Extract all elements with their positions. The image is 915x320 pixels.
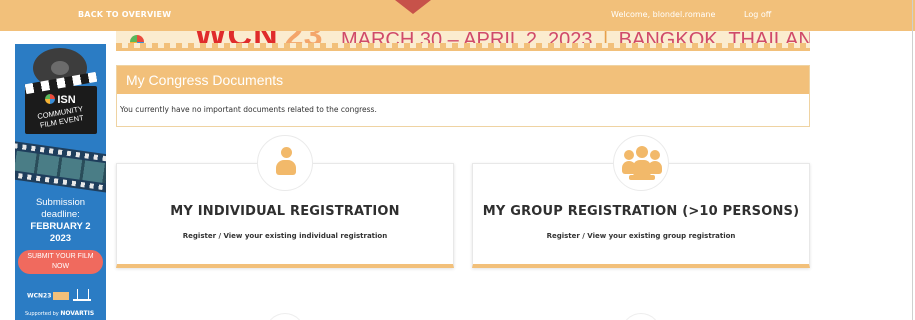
ad-deadline: Submission deadline: FEBRUARY 2 2023 bbox=[30, 197, 91, 244]
isn-logo-icon bbox=[45, 94, 56, 104]
dropdown-pointer bbox=[395, 0, 431, 14]
individual-registration-subtitle: Register / View your existing individual… bbox=[182, 232, 388, 240]
congress-banner: WCN 23 MARCH 30 – APRIL 2, 2023 | BANGKOK… bbox=[116, 31, 810, 51]
documents-title: My Congress Documents bbox=[117, 66, 809, 94]
top-bar: BACK TO OVERVIEW Welcome, blondel.romane… bbox=[0, 0, 915, 31]
submit-film-button[interactable]: SUBMIT YOUR FILM NOW bbox=[18, 250, 103, 274]
banner-year: 23 bbox=[284, 31, 323, 51]
welcome-text: Welcome, blondel.romane bbox=[611, 10, 716, 19]
next-card-icon-partial bbox=[621, 313, 661, 320]
banner-dates: MARCH 30 – APRIL 2, 2023 bbox=[340, 31, 593, 51]
sponsor-line: Supported by NOVARTIS bbox=[25, 310, 95, 317]
ad-org: ISN bbox=[57, 94, 76, 106]
person-icon bbox=[273, 147, 299, 177]
group-icon-badge[interactable] bbox=[613, 135, 669, 191]
group-registration-subtitle: Register / View your existing group regi… bbox=[546, 232, 736, 240]
next-card-icon-partial bbox=[265, 313, 305, 320]
film-event-ad[interactable]: ISN COMMUNITY FILM EVENT Submission dead… bbox=[15, 44, 106, 320]
banner-word: WCN bbox=[194, 31, 279, 51]
wcn-mini-logo: WCN23 bbox=[27, 292, 70, 300]
temple-icon bbox=[73, 289, 91, 301]
banner-separator: | bbox=[603, 31, 609, 51]
scroll-edge bbox=[912, 0, 913, 320]
film-strip-image bbox=[15, 141, 106, 193]
individual-icon-badge[interactable] bbox=[257, 135, 313, 191]
log-off-link[interactable]: Log off bbox=[744, 10, 771, 19]
group-icon bbox=[622, 146, 662, 180]
documents-message: You currently have no important document… bbox=[120, 105, 377, 114]
back-to-overview-link[interactable]: BACK TO OVERVIEW bbox=[78, 10, 171, 19]
congress-documents-panel: My Congress Documents You currently have… bbox=[116, 65, 810, 127]
group-registration-title: MY GROUP REGISTRATION (>10 PERSONS) bbox=[482, 204, 800, 219]
banner-place: BANGKOK, THAILAND bbox=[618, 31, 810, 51]
banner-zigzag bbox=[116, 43, 810, 48]
individual-registration-title: MY INDIVIDUAL REGISTRATION bbox=[170, 204, 400, 219]
